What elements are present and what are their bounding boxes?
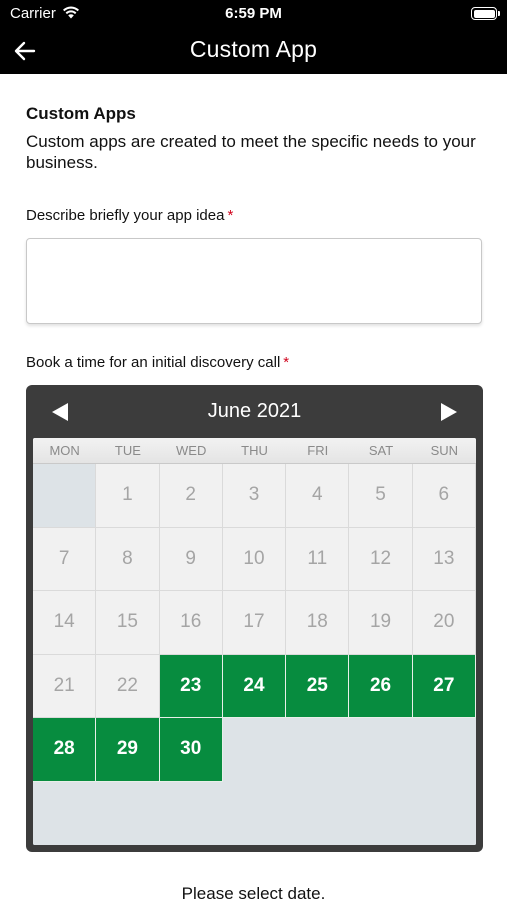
calendar-empty-cell: [286, 718, 350, 782]
calendar-empty-cell: [33, 781, 97, 845]
battery-icon: [471, 7, 500, 20]
idea-label-text: Describe briefly your app idea: [26, 207, 225, 224]
status-time: 6:59 PM: [225, 5, 282, 22]
calendar-day-grid: 1 2 3 4 5 6 7 8 9 10 11 12 13 14 15 16 17 18 19 20 21 22 23 24 2…: [33, 464, 476, 845]
required-marker: *: [283, 354, 290, 371]
nav-bar: Custom App: [0, 28, 507, 74]
required-marker: *: [227, 207, 234, 224]
calendar-empty-cell: [222, 718, 287, 782]
calendar-body: MON TUE WED THU FRI SAT SUN 1 2 3 4 5 6 7 8 9 10 11 12 13 1…: [33, 438, 476, 845]
calendar-day-unavailable: 5: [349, 464, 413, 528]
calendar-day-available[interactable]: 27: [412, 654, 476, 718]
calendar-day-unavailable: 17: [222, 591, 287, 655]
calendar-empty-cell: [349, 781, 413, 845]
calendar-empty-cell: [159, 781, 223, 845]
weekday-label: TUE: [114, 443, 141, 458]
calendar-day-unavailable: 12: [349, 527, 413, 591]
weekday-label: MON: [49, 443, 80, 458]
weekday-label: FRI: [307, 443, 329, 458]
weekday-header-row: MON TUE WED THU FRI SAT SUN: [33, 438, 476, 464]
calendar-day-unavailable: 4: [286, 464, 350, 528]
calendar-day-unavailable: 20: [412, 591, 476, 655]
weekday-label: THU: [241, 443, 268, 458]
call-field-label: Book a time for an initial discovery cal…: [26, 354, 289, 371]
calendar-day-available[interactable]: 23: [159, 654, 223, 718]
calendar-empty-cell: [412, 718, 476, 782]
calendar-day-unavailable: 6: [412, 464, 476, 528]
app-idea-input[interactable]: [26, 238, 482, 324]
calendar-day-unavailable: 10: [222, 527, 287, 591]
calendar-day-unavailable: 9: [159, 527, 223, 591]
weekday-label: WED: [176, 443, 207, 458]
calendar-empty-cell: [286, 781, 350, 845]
calendar-empty-cell: [349, 718, 413, 782]
calendar-empty-cell: [96, 781, 160, 845]
calendar-empty-cell: [412, 781, 476, 845]
weekday-label: SUN: [430, 443, 459, 458]
idea-field-label: Describe briefly your app idea *: [26, 207, 233, 224]
status-bar: Carrier 6:59 PM: [0, 0, 507, 28]
calendar-day-unavailable: 19: [349, 591, 413, 655]
calendar-day-unavailable: 13: [412, 527, 476, 591]
calendar-day-unavailable: 8: [96, 527, 160, 591]
calendar-day-available[interactable]: 29: [96, 718, 160, 782]
calendar-day-available[interactable]: 24: [222, 654, 287, 718]
calendar-day-unavailable: 1: [96, 464, 160, 528]
section-description: Custom apps are created to meet the spec…: [26, 132, 476, 172]
calendar-day-unavailable: 11: [286, 527, 350, 591]
calendar-day-unavailable: 3: [222, 464, 287, 528]
app-header: Carrier 6:59 PM Custom App: [0, 0, 507, 74]
triangle-right-icon: [441, 403, 457, 421]
calendar-empty-cell: [222, 781, 287, 845]
calendar-day-unavailable: 14: [33, 591, 97, 655]
calendar-day-unavailable: 2: [159, 464, 223, 528]
section-title: Custom Apps: [26, 104, 136, 123]
page-title: Custom App: [189, 36, 318, 62]
next-month-button[interactable]: [435, 399, 463, 425]
select-date-message: Please select date.: [181, 884, 326, 900]
calendar-month-title: June 2021: [207, 400, 302, 422]
weekday-label: SAT: [368, 443, 394, 458]
calendar-empty-cell: [33, 464, 97, 528]
calendar-day-unavailable: 21: [33, 654, 97, 718]
calendar-day-unavailable: 18: [286, 591, 350, 655]
calendar-day-available[interactable]: 28: [33, 718, 97, 782]
calendar-day-unavailable: 15: [96, 591, 160, 655]
calendar-day-unavailable: 16: [159, 591, 223, 655]
calendar-day-unavailable: 7: [33, 527, 97, 591]
calendar-day-available[interactable]: 25: [286, 654, 350, 718]
calendar-day-unavailable: 22: [96, 654, 160, 718]
calendar-day-available[interactable]: 26: [349, 654, 413, 718]
call-label-text: Book a time for an initial discovery cal…: [26, 354, 281, 371]
calendar-day-available[interactable]: 30: [159, 718, 223, 782]
date-picker-calendar: June 2021 MON TUE WED THU FRI SAT SUN 12345678…: [26, 385, 483, 852]
